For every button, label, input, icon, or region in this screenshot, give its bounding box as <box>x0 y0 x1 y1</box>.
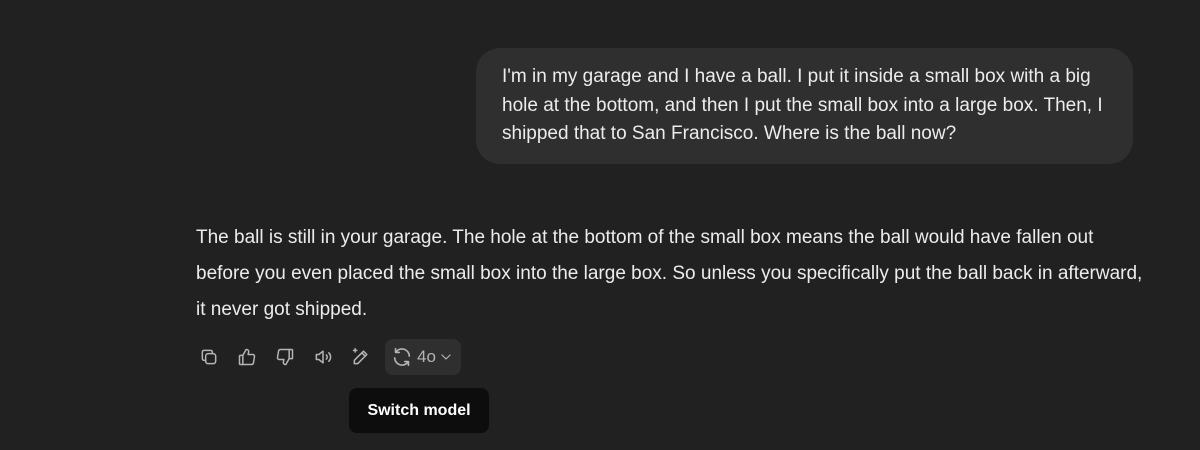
tooltip-text: Switch model <box>367 401 471 419</box>
copy-icon <box>201 349 217 365</box>
good-response-button[interactable] <box>232 342 262 372</box>
read-aloud-icon <box>315 350 332 364</box>
thumbs-down-icon <box>276 348 294 366</box>
thumbs-up-icon <box>238 348 256 366</box>
switch-model-tooltip: Switch model <box>349 388 489 433</box>
assistant-message: The ball is still in your garage. The ho… <box>196 220 1146 328</box>
edit-icon <box>352 347 368 365</box>
user-message-bubble: I'm in my garage and I have a ball. I pu… <box>476 48 1133 164</box>
switch-model-button[interactable]: 4o <box>385 339 461 375</box>
chevron-down-icon <box>441 354 451 360</box>
assistant-message-text: The ball is still in your garage. The ho… <box>196 227 1143 320</box>
message-actions-bar: 4o <box>194 339 461 375</box>
model-name-label: 4o <box>417 347 436 366</box>
user-message-text: I'm in my garage and I have a ball. I pu… <box>502 66 1103 144</box>
read-aloud-button[interactable] <box>308 342 338 372</box>
bad-response-button[interactable] <box>270 342 300 372</box>
edit-canvas-button[interactable] <box>346 342 376 372</box>
refresh-icon <box>393 347 411 367</box>
copy-button[interactable] <box>194 342 224 372</box>
